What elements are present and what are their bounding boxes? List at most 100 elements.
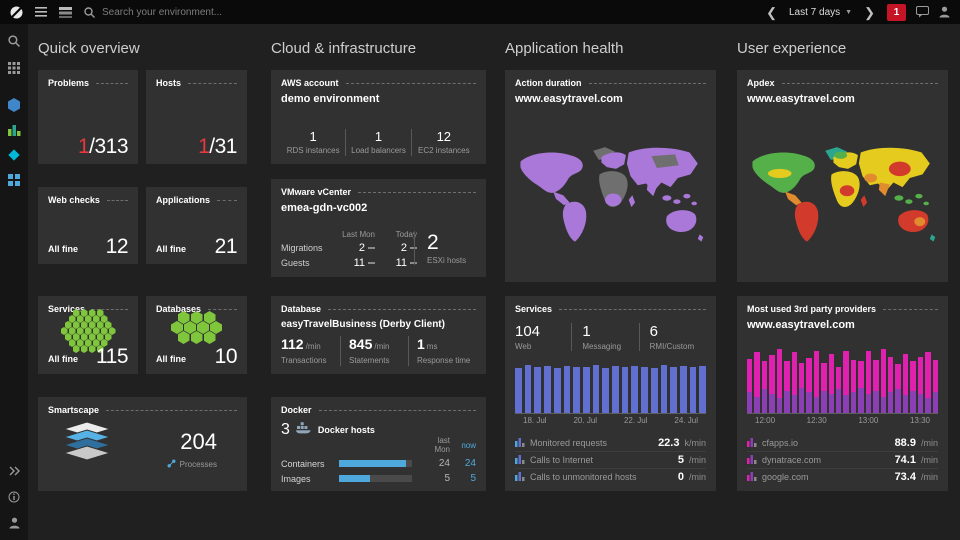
- column-title-cloud-infrastructure: Cloud & infrastructure: [271, 40, 417, 57]
- column-header: Today: [395, 230, 417, 239]
- provider-metrics: cfapps.io 88.9/min dynatrace.com 74.1/mi…: [747, 434, 938, 485]
- sidebar-expand-icon[interactable]: [5, 463, 23, 479]
- time-back-button[interactable]: ❮: [764, 6, 779, 19]
- stat-transactions: 112/min Transactions: [281, 336, 327, 366]
- services-count: 115: [96, 345, 128, 368]
- metric-chart-icon: [747, 434, 757, 452]
- pinned-services-icon[interactable]: [5, 147, 23, 163]
- time-range-label: Last 7 days: [789, 6, 841, 18]
- column-quick-overview: Quick overview Problems 1/313 Hosts 1/31…: [38, 40, 247, 540]
- pinned-smartscape-icon[interactable]: [5, 172, 23, 188]
- tile-docker[interactable]: Docker 3 Docker hosts last Mon now Conta…: [271, 397, 486, 491]
- pinned-hosts-icon[interactable]: [5, 97, 23, 113]
- column-cloud-infrastructure: Cloud & infrastructure AWS account demo …: [271, 40, 486, 540]
- chevron-down-icon: ▼: [845, 8, 853, 16]
- tile-third-party-providers[interactable]: Most used 3rd party providers www.easytr…: [737, 296, 948, 491]
- tile-title: Most used 3rd party providers: [747, 304, 938, 314]
- process-link-icon: [167, 459, 176, 470]
- pinned-chart-icon[interactable]: [5, 122, 23, 138]
- cell-value: 2: [375, 242, 417, 254]
- sidebar-bottom: [5, 463, 23, 531]
- tile-problems[interactable]: Problems 1/313: [38, 70, 138, 164]
- cell-value: 5: [444, 473, 450, 484]
- vcenter-name: emea-gdn-vc002: [281, 202, 368, 214]
- menu-icon[interactable]: [35, 7, 47, 17]
- problems-badge[interactable]: 1: [887, 3, 906, 21]
- tile-title: Web checks: [48, 195, 128, 205]
- application-name: www.easytravel.com: [515, 93, 623, 105]
- time-forward-button[interactable]: ❯: [862, 6, 877, 19]
- tile-database[interactable]: Database easyTravelBusiness (Derby Clien…: [271, 296, 486, 374]
- web-checks-count: 12: [105, 235, 129, 258]
- search-input[interactable]: [102, 6, 322, 18]
- time-range-selector[interactable]: Last 7 days ▼: [789, 7, 852, 18]
- tile-aws-account[interactable]: AWS account demo environment 1 RDS insta…: [271, 70, 486, 164]
- docker-table: last Mon now Containers 24 24 Images 5 5: [281, 436, 476, 484]
- tile-title: Smartscape: [48, 405, 237, 415]
- column-header: last Mon: [434, 436, 450, 454]
- containers-bar: [339, 460, 412, 467]
- tile-smartscape[interactable]: Smartscape 204 Processes: [38, 397, 247, 491]
- hosts-count: 1/31: [198, 135, 237, 158]
- trend-spark: [368, 247, 375, 250]
- sidebar-user-icon[interactable]: [5, 515, 23, 531]
- tile-title: AWS account: [281, 78, 476, 88]
- topbar: ❮ Last 7 days ▼ ❯ 1: [0, 0, 960, 24]
- services-metrics: Monitored requests 22.3 k/min Calls to In…: [515, 434, 706, 485]
- chart-x-axis: 18. Jul 20. Jul 22. Jul 24. Jul: [515, 413, 706, 425]
- tile-applications[interactable]: Applications All fine 21: [146, 187, 247, 264]
- vmware-table: Last Mon Today Migrations 2 2 Guests 11 …: [281, 230, 417, 269]
- metric-row[interactable]: Calls to unmonitored hosts 0/min: [515, 468, 706, 485]
- tile-title: Services: [515, 304, 706, 314]
- pinned-apps: [5, 97, 23, 188]
- action-duration-world-map: [515, 122, 706, 274]
- database-name: easyTravelBusiness (Derby Client): [281, 319, 445, 330]
- chat-icon[interactable]: [916, 6, 929, 18]
- application-name: www.easytravel.com: [747, 93, 855, 105]
- stat-statements: 845/min Statements: [340, 336, 408, 366]
- cell-value: 24: [464, 458, 476, 469]
- column-application-health: Application health Action duration www.e…: [505, 40, 716, 540]
- tile-apdex[interactable]: Apdex www.easytravel.com: [737, 70, 948, 282]
- tile-web-checks[interactable]: Web checks All fine 12: [38, 187, 138, 264]
- processes-label: Processes: [179, 460, 217, 469]
- tile-vmware-vcenter[interactable]: VMware vCenter emea-gdn-vc002 Last Mon T…: [271, 179, 486, 277]
- metric-row[interactable]: cfapps.io 88.9/min: [747, 434, 938, 451]
- databases-honeycomb: [146, 311, 247, 344]
- apps-grid-icon[interactable]: [5, 60, 23, 76]
- apdex-world-map: [747, 122, 938, 274]
- cell-value: 2: [333, 242, 375, 254]
- status-label: All fine: [156, 354, 187, 364]
- cell-value: 11: [333, 257, 375, 269]
- row-label: Images: [281, 473, 311, 484]
- tile-action-duration[interactable]: Action duration www.easytravel.com: [505, 70, 716, 282]
- metric-row[interactable]: Monitored requests 22.3 k/min: [515, 434, 706, 451]
- user-icon[interactable]: [939, 6, 950, 18]
- tile-services[interactable]: Services All fine 115: [38, 296, 138, 374]
- tile-hosts[interactable]: Hosts 1/31: [146, 70, 247, 164]
- metric-row[interactable]: Calls to Internet 5/min: [515, 451, 706, 468]
- stat-load-balancers: 1 Load balancers: [345, 129, 410, 156]
- processes-count: 204: [180, 429, 217, 454]
- dynatrace-logo[interactable]: [10, 5, 23, 19]
- metric-row[interactable]: dynatrace.com 74.1/min: [747, 451, 938, 468]
- dashboards-icon[interactable]: [59, 6, 72, 18]
- metric-row[interactable]: google.com 73.4/min: [747, 468, 938, 485]
- status-label: All fine: [48, 354, 79, 364]
- tile-databases[interactable]: Databases All fine 10: [146, 296, 247, 374]
- search-bar[interactable]: [84, 6, 322, 18]
- tile-title: Problems: [48, 78, 128, 88]
- row-label: Migrations: [281, 243, 323, 253]
- status-label: All fine: [156, 244, 187, 254]
- tile-services-health[interactable]: Services 104 Web 1 Messaging 6 RMI/Custo…: [505, 296, 716, 491]
- aws-environment-name: demo environment: [281, 93, 380, 105]
- services-stats: 104 Web 1 Messaging 6 RMI/Custom: [515, 323, 706, 351]
- third-party-bar-chart: [747, 339, 938, 413]
- sidebar-search-icon[interactable]: [5, 33, 23, 49]
- row-label: Containers: [281, 458, 325, 469]
- aws-stats: 1 RDS instances 1 Load balancers 12 EC2 …: [281, 129, 476, 156]
- esxi-count: 2: [427, 231, 439, 254]
- database-stats: 112/min Transactions 845/min Statements …: [281, 336, 476, 366]
- sidebar-info-icon[interactable]: [5, 489, 23, 505]
- esxi-label: ESXi hosts: [427, 256, 467, 265]
